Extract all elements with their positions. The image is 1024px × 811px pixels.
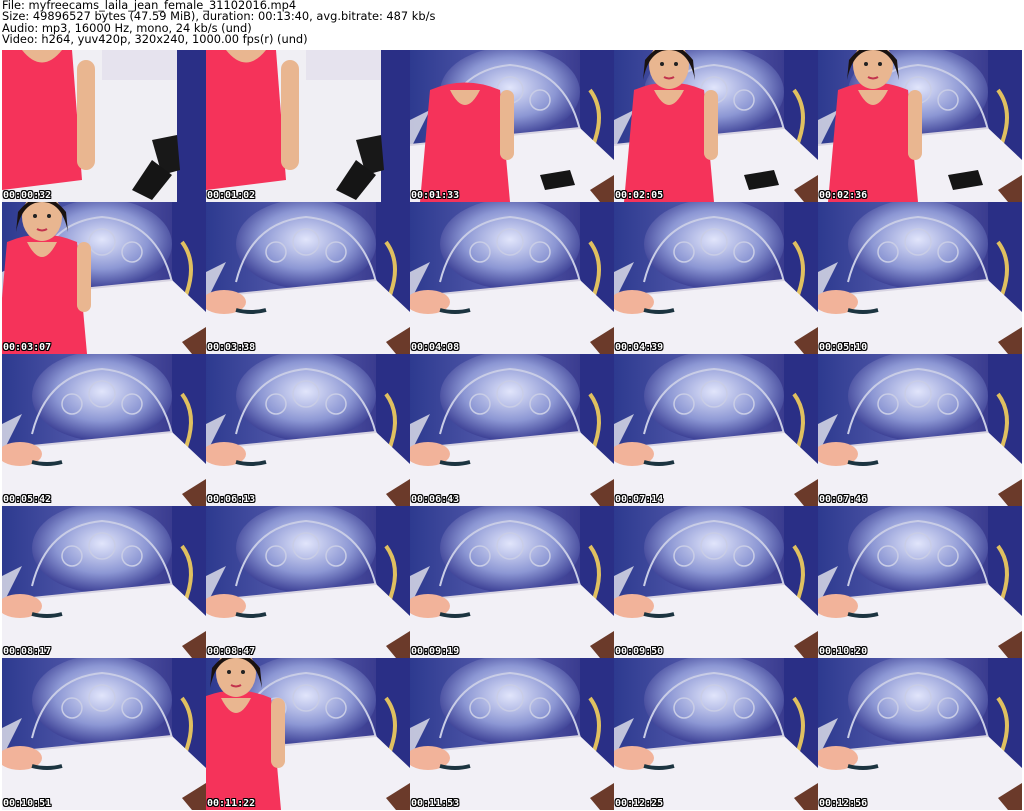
thumbnail-frame-image bbox=[410, 506, 614, 658]
video-thumbnail: 00:04:08 bbox=[410, 202, 614, 354]
video-thumbnail: 00:06:13 bbox=[206, 354, 410, 506]
thumbnail-timestamp: 00:08:17 bbox=[3, 646, 52, 657]
thumbnail-timestamp: 00:02:36 bbox=[819, 190, 868, 201]
thumbnail-timestamp: 00:07:14 bbox=[615, 494, 664, 505]
thumbnail-timestamp: 00:03:38 bbox=[207, 342, 256, 353]
thumbnail-timestamp: 00:01:02 bbox=[207, 190, 256, 201]
video-thumbnail: 00:06:43 bbox=[410, 354, 614, 506]
thumbnail-timestamp: 00:02:05 bbox=[615, 190, 664, 201]
thumbnail-timestamp: 00:05:10 bbox=[819, 342, 868, 353]
video-thumbnail: 00:00:32 bbox=[2, 50, 206, 202]
video-thumbnail: 00:03:07 bbox=[2, 202, 206, 354]
thumbnail-frame-image bbox=[2, 202, 206, 354]
video-thumbnail: 00:11:53 bbox=[410, 658, 614, 810]
video-thumbnail: 00:07:14 bbox=[614, 354, 818, 506]
thumbnail-timestamp: 00:09:19 bbox=[411, 646, 460, 657]
thumbnail-frame-image bbox=[206, 50, 410, 202]
video-thumbnail: 00:08:47 bbox=[206, 506, 410, 658]
thumbnail-frame-image bbox=[410, 50, 614, 202]
thumbnail-frame-image bbox=[206, 506, 410, 658]
video-thumbnail: 00:08:17 bbox=[2, 506, 206, 658]
thumbnail-timestamp: 00:06:43 bbox=[411, 494, 460, 505]
thumbnail-timestamp: 00:09:50 bbox=[615, 646, 664, 657]
video-thumbnail: 00:02:36 bbox=[818, 50, 1022, 202]
thumbnail-timestamp: 00:05:42 bbox=[3, 494, 52, 505]
video-thumbnail: 00:10:20 bbox=[818, 506, 1022, 658]
video-thumbnail: 00:01:33 bbox=[410, 50, 614, 202]
thumbnail-grid: 00:00:32 00:01:02 00:01:33 00:02:05 00:0… bbox=[2, 50, 1022, 810]
thumbnail-timestamp: 00:11:53 bbox=[411, 798, 460, 809]
thumbnail-frame-image bbox=[614, 354, 818, 506]
thumbnail-timestamp: 00:08:47 bbox=[207, 646, 256, 657]
video-thumbnail: 00:12:56 bbox=[818, 658, 1022, 810]
video-thumbnail: 00:02:05 bbox=[614, 50, 818, 202]
thumbnail-timestamp: 00:03:07 bbox=[3, 342, 52, 353]
thumbnail-frame-image bbox=[206, 658, 410, 810]
video-thumbnail: 00:05:42 bbox=[2, 354, 206, 506]
video-info-line: Video: h264, yuv420p, 320x240, 1000.00 f… bbox=[2, 32, 308, 47]
thumbnail-timestamp: 00:07:46 bbox=[819, 494, 868, 505]
thumbnail-frame-image bbox=[410, 658, 614, 810]
video-thumbnail: 00:05:10 bbox=[818, 202, 1022, 354]
thumbnail-timestamp: 00:10:51 bbox=[3, 798, 52, 809]
thumbnail-frame-image bbox=[614, 50, 818, 202]
thumbnail-frame-image bbox=[2, 50, 206, 202]
thumbnail-timestamp: 00:00:32 bbox=[3, 190, 52, 201]
thumbnail-frame-image bbox=[410, 202, 614, 354]
thumbnail-timestamp: 00:10:20 bbox=[819, 646, 868, 657]
thumbnail-frame-image bbox=[206, 354, 410, 506]
thumbnail-frame-image bbox=[614, 658, 818, 810]
thumbnail-timestamp: 00:04:08 bbox=[411, 342, 460, 353]
thumbnail-frame-image bbox=[614, 202, 818, 354]
thumbnail-frame-image bbox=[2, 354, 206, 506]
file-info-header: File: myfreecams_laila_jean_female_31102… bbox=[2, 0, 1022, 50]
thumbnail-frame-image bbox=[614, 506, 818, 658]
video-thumbnail: 00:12:25 bbox=[614, 658, 818, 810]
video-thumbnail: 00:10:51 bbox=[2, 658, 206, 810]
thumbnail-frame-image bbox=[410, 354, 614, 506]
thumbnail-timestamp: 00:01:33 bbox=[411, 190, 460, 201]
video-thumbnail: 00:03:38 bbox=[206, 202, 410, 354]
video-thumbnail: 00:07:46 bbox=[818, 354, 1022, 506]
thumbnail-frame-image bbox=[2, 506, 206, 658]
thumbnail-timestamp: 00:12:56 bbox=[819, 798, 868, 809]
thumbnail-frame-image bbox=[818, 354, 1022, 506]
thumbnail-frame-image bbox=[206, 202, 410, 354]
thumbnail-timestamp: 00:11:22 bbox=[207, 798, 256, 809]
thumbnail-frame-image bbox=[818, 506, 1022, 658]
video-thumbnail: 00:11:22 bbox=[206, 658, 410, 810]
thumbnail-frame-image bbox=[818, 50, 1022, 202]
thumbnail-timestamp: 00:12:25 bbox=[615, 798, 664, 809]
thumbnail-frame-image bbox=[818, 658, 1022, 810]
thumbnail-timestamp: 00:04:39 bbox=[615, 342, 664, 353]
thumbnail-frame-image bbox=[2, 658, 206, 810]
video-thumbnail: 00:09:19 bbox=[410, 506, 614, 658]
thumbnail-timestamp: 00:06:13 bbox=[207, 494, 256, 505]
video-thumbnail: 00:09:50 bbox=[614, 506, 818, 658]
thumbnail-frame-image bbox=[818, 202, 1022, 354]
video-thumbnail: 00:01:02 bbox=[206, 50, 410, 202]
video-thumbnail: 00:04:39 bbox=[614, 202, 818, 354]
